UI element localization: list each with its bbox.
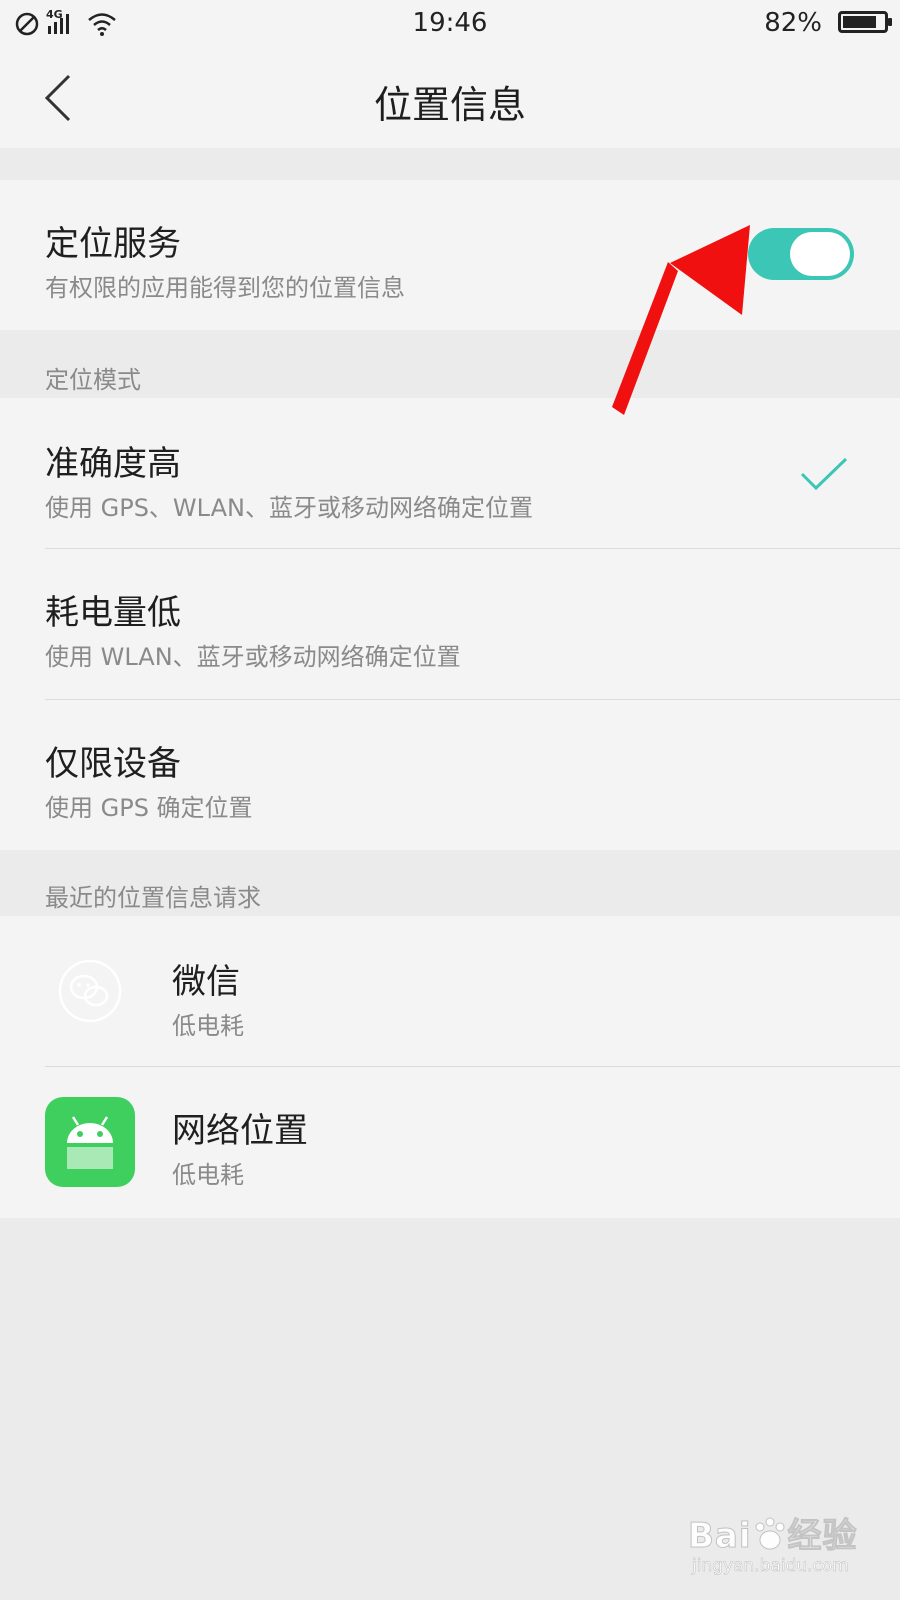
wechat-icon [45, 946, 135, 1036]
page-title: 位置信息 [373, 83, 526, 127]
app-name: 网络位置 [172, 1111, 308, 1151]
location-service-title: 定位服务 [45, 224, 181, 264]
app-bar: 位置信息 [0, 48, 900, 148]
recent-requests-card: 微信 低电耗 网络位置 低电耗 [0, 916, 900, 1218]
recent-section-label: 最近的位置信息请求 [45, 884, 261, 912]
mode-section-label: 定位模式 [45, 366, 141, 394]
mode-option-low-power[interactable]: 耗电量低 使用 WLAN、蓝牙或移动网络确定位置 [0, 549, 900, 699]
watermark-url: jingyan.baidu.com [692, 1556, 849, 1577]
checkmark-icon [800, 457, 848, 491]
mode-option-title: 耗电量低 [45, 593, 181, 633]
toggle-knob [790, 232, 850, 276]
mode-option-subtitle: 使用 GPS、WLAN、蓝牙或移动网络确定位置 [45, 494, 533, 522]
red-arrow-icon [612, 225, 750, 415]
android-icon [45, 1097, 135, 1187]
status-bar: 4G 19:46 82% [0, 0, 900, 48]
mode-option-subtitle: 使用 WLAN、蓝牙或移动网络确定位置 [45, 643, 461, 671]
battery-percent: 82% [764, 8, 822, 38]
mode-options-card: 准确度高 使用 GPS、WLAN、蓝牙或移动网络确定位置 耗电量低 使用 WLA… [0, 398, 900, 850]
recent-app-network-location[interactable]: 网络位置 低电耗 [0, 1067, 900, 1217]
app-detail: 低电耗 [172, 1012, 244, 1040]
mode-option-subtitle: 使用 GPS 确定位置 [45, 794, 253, 822]
watermark-brand-suffix: 经验 [787, 1516, 858, 1557]
baidu-watermark: Bai 经验 jingyan.baidu.com [688, 1500, 878, 1584]
watermark-brand-prefix: Bai [688, 1516, 752, 1557]
app-detail: 低电耗 [172, 1161, 244, 1189]
app-name: 微信 [172, 962, 240, 1002]
battery-icon [838, 11, 892, 33]
paw-icon [755, 1517, 785, 1550]
recent-app-wechat[interactable]: 微信 低电耗 [0, 916, 900, 1066]
mode-option-device-only[interactable]: 仅限设备 使用 GPS 确定位置 [0, 700, 900, 850]
location-service-subtitle: 有权限的应用能得到您的位置信息 [45, 274, 405, 302]
watermark-brand: Bai 经验 [688, 1508, 858, 1557]
mode-option-title: 仅限设备 [45, 744, 181, 784]
battery-fill [843, 16, 876, 28]
mode-option-title: 准确度高 [45, 444, 181, 484]
